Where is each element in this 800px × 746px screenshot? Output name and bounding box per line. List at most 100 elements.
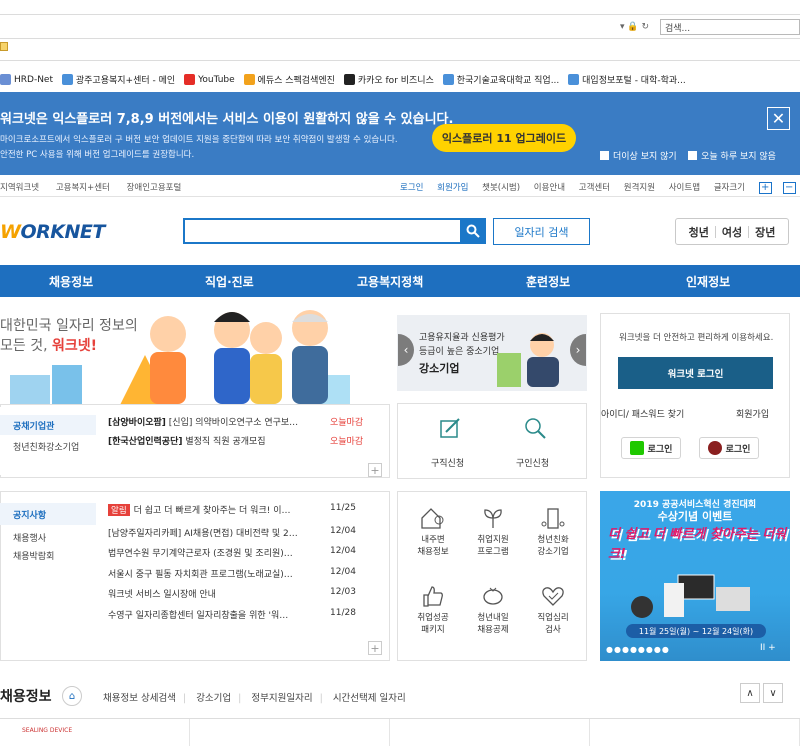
slide-dots[interactable]: ●●●●●●●● [606, 645, 670, 654]
tab-youth-company[interactable]: 청년친화강소기업 [13, 440, 79, 453]
worknet-login-button[interactable]: 워크넷 로그인 [618, 357, 773, 389]
favorite-kakao[interactable]: 카카오 for 비즈니스 [343, 73, 434, 86]
event-title-2: 수상기념 이벤트 [657, 510, 733, 523]
naver-login-button[interactable]: 로그인 [621, 437, 681, 459]
favorite-adiga[interactable]: 대입정보포털 - 대학-학과... [568, 73, 686, 86]
util-link-disabled[interactable]: 장애인고용포털 [127, 183, 182, 193]
search-icon[interactable] [460, 218, 486, 244]
banner-close-button[interactable]: ✕ [767, 107, 790, 130]
nearby-jobs-link[interactable]: 내주변 채용정보 [403, 506, 463, 558]
kakao-login-button[interactable]: 로그인 [699, 437, 759, 459]
naver-icon [629, 441, 644, 455]
nav-training[interactable]: 훈련정보 [526, 273, 570, 290]
employment-program-link[interactable]: 취업지원 프로그램 [463, 506, 523, 558]
util-sitemap-link[interactable]: 사이트맵 [669, 183, 700, 193]
font-increase-button[interactable]: + [758, 182, 772, 194]
find-id-link[interactable]: 아이디/ 패스워드 찾기 [601, 407, 684, 420]
hide-today-checkbox[interactable]: 오늘 하루 보지 않음 [688, 151, 776, 162]
more-plus-icon[interactable]: + [368, 463, 382, 477]
section-link[interactable]: 정부지원일자리 [251, 693, 312, 704]
event-banner[interactable]: 2019 공공서비스혁신 경진대회 수상기념 이벤트 더 쉽고 더 빠르게 찾아… [600, 491, 790, 661]
job-card[interactable] [390, 719, 590, 746]
tab-event[interactable]: 채용행사 [13, 531, 46, 544]
favorite-label: HRD-Net [14, 74, 53, 85]
util-link-employment-center[interactable]: 고용복지+센터 [56, 183, 110, 193]
segment-senior[interactable]: 장년 [749, 224, 781, 240]
util-join-link[interactable]: 회원가입 [437, 183, 468, 193]
youth-savings-link[interactable]: 청년내일 채용공제 [463, 584, 523, 636]
tab-fair[interactable]: 채용박람회 [13, 549, 54, 562]
favorite-youtube[interactable]: YouTube [184, 74, 235, 85]
job-card[interactable] [190, 719, 390, 746]
segment-women[interactable]: 여성 [716, 224, 748, 240]
join-link[interactable]: 회원가입 [736, 407, 769, 420]
tab-notice[interactable]: 공지사항 [0, 503, 96, 525]
browser-search-input[interactable]: 검색... [660, 19, 800, 35]
upgrade-button[interactable]: 익스플로러 11 업그레이드 [432, 124, 576, 152]
nav-career[interactable]: 직업·진로 [205, 273, 254, 290]
hero-line-2: 모든 것, 워크넷! [0, 338, 98, 354]
businessman-icon [497, 333, 559, 387]
hrdnet-icon [0, 74, 11, 85]
kakao-icon [343, 74, 355, 85]
favorite-educe[interactable]: 에듀스 스펙검색엔진 [243, 73, 335, 86]
util-support-link[interactable]: 고객센터 [579, 183, 610, 193]
table-row[interactable]: 워크넷 서비스 일시장애 안내 [108, 587, 216, 600]
section-link[interactable]: 시간선택제 일자리 [333, 693, 406, 704]
tab-public-company[interactable]: 공채기업관 [0, 415, 96, 435]
main-search-input[interactable] [183, 218, 486, 244]
util-guide-link[interactable]: 이용안내 [534, 183, 565, 193]
youth-company-link[interactable]: 청년친화 강소기업 [523, 506, 583, 558]
job-card[interactable]: SEALING DEVICE [0, 719, 190, 746]
table-row[interactable]: 알림 더 쉽고 더 빠르게 찾아주는 더 워크! 이… [108, 503, 290, 516]
list-item[interactable]: [한국산업인력공단] 별정직 직원 공개모집 [108, 434, 266, 447]
job-offer-apply-link[interactable]: 구인신청 [516, 456, 549, 469]
list-item[interactable]: [삼양바이오팜] [신입] 의약바이오연구소 연구보… [108, 415, 298, 428]
home-icon[interactable]: ⌂ [62, 686, 82, 706]
table-row[interactable]: 법무연수원 무기계약근로자 (조경원 및 조리원)… [108, 546, 293, 559]
heart-check-icon [542, 587, 564, 606]
notice-date: 12/04 [330, 546, 356, 556]
util-link-local[interactable]: 지역워크넷 [0, 183, 39, 193]
dont-show-again-checkbox[interactable]: 더이상 보지 않기 [600, 151, 677, 162]
section-link[interactable]: 강소기업 [196, 693, 231, 704]
util-login-link[interactable]: 로그인 [400, 183, 423, 193]
banner-text-2: 안전한 PC 사용을 위해 버전 업그레이드를 권장합니다. [0, 150, 195, 160]
card-line-2: 등급이 높은 중소기업 [419, 347, 500, 357]
login-message: 워크넷을 더 안전하고 편리하게 이용하세요. [619, 333, 774, 343]
segment-youth[interactable]: 청년 [683, 224, 715, 240]
address-bar-icons[interactable]: ▾ 🔒 ↻ [620, 22, 649, 32]
nav-welfare-policy[interactable]: 고용복지정책 [357, 273, 423, 290]
main-navigation: 채용정보 직업·진로 고용복지정책 훈련정보 인재정보 [0, 265, 800, 297]
chevron-up-icon[interactable]: ∧ [740, 683, 760, 703]
ie-page-icon [568, 74, 580, 85]
notice-date: 12/04 [330, 567, 356, 577]
worknet-logo[interactable]: WORKNET [0, 221, 105, 243]
tab-favicon-icon [0, 42, 8, 51]
job-seek-apply-link[interactable]: 구직신청 [431, 456, 464, 469]
pause-play-controls[interactable]: II + [760, 643, 776, 653]
job-search-button[interactable]: 일자리 검색 [493, 218, 590, 245]
public-recruit-tabs: 공채기업관 청년친화강소기업 [0, 407, 96, 475]
success-package-link[interactable]: 취업성공 패키지 [403, 584, 463, 636]
favorites-bar: HRD-Net 광주고용복지+센터 - 메인 YouTube 에듀스 스펙검색엔… [0, 73, 800, 89]
nav-talent[interactable]: 인재정보 [686, 273, 730, 290]
strong-company-card[interactable]: 고용유지율과 신용평가 등급이 높은 중소기업 강소기업 [397, 315, 587, 391]
util-chatbot-link[interactable]: 챗봇(시범) [482, 183, 520, 193]
table-row[interactable]: [남양주일자리카페] AI채용(면접) 대비전략 및 2… [108, 526, 298, 539]
table-row[interactable]: 서울시 중구 필동 자치회관 프로그램(노래교실)… [108, 567, 293, 580]
font-decrease-button[interactable]: − [782, 182, 796, 194]
sealing-label: SEALING DEVICE [22, 727, 73, 734]
favorite-gwangju[interactable]: 광주고용복지+센터 - 메인 [61, 73, 175, 86]
alert-badge: 알림 [108, 504, 130, 516]
favorite-koreatech[interactable]: 한국기술교육대학교 직업... [442, 73, 559, 86]
more-plus-icon[interactable]: + [368, 641, 382, 655]
util-remote-link[interactable]: 원격지원 [624, 183, 655, 193]
nav-recruitment[interactable]: 채용정보 [49, 273, 93, 290]
psych-test-link[interactable]: 직업심리 검사 [523, 584, 583, 636]
table-row[interactable]: 수영구 일자리종합센터 일자리창출을 위한 '워… [108, 608, 288, 621]
chevron-down-icon[interactable]: ∨ [763, 683, 783, 703]
favorite-hrdnet[interactable]: HRD-Net [0, 74, 53, 85]
job-card[interactable] [590, 719, 800, 746]
section-link[interactable]: 채용정보 상세검색 [103, 693, 176, 704]
